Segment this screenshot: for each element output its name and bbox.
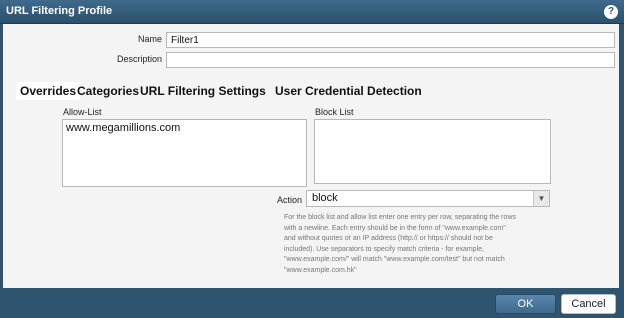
help-text-line: "www.example.com/" will match "www.examp… — [284, 256, 505, 263]
tab-categories[interactable]: Categories — [77, 84, 139, 98]
help-text: For the block list and allow list enter … — [284, 213, 584, 276]
help-text-line: For the block list and allow list enter … — [284, 214, 516, 221]
url-filtering-profile-dialog: URL Filtering Profile ? Name Description… — [0, 0, 624, 318]
tab-user-credential-detection[interactable]: User Credential Detection — [275, 84, 422, 98]
dialog-title: URL Filtering Profile — [6, 5, 113, 17]
chevron-down-icon[interactable]: ▼ — [533, 191, 549, 206]
help-text-line: included). Use separators to specify mat… — [284, 245, 484, 253]
description-label: Description — [116, 54, 162, 64]
allow-list-entry: www.megamillions.com — [66, 122, 181, 134]
allow-list-textarea[interactable]: www.megamillions.com — [62, 119, 307, 187]
action-selected-value: block — [312, 192, 338, 204]
dialog-footer: OK Cancel — [0, 288, 624, 318]
tab-url-filtering-settings[interactable]: URL Filtering Settings — [140, 84, 266, 98]
action-select[interactable]: block ▼ — [306, 190, 550, 207]
help-text-line: "www.example.com.hk" — [284, 266, 357, 274]
block-list-textarea[interactable] — [314, 119, 551, 184]
tab-overrides[interactable]: Overrides — [16, 82, 81, 100]
block-list-label: Block List — [315, 107, 354, 117]
help-text-line: and without quotes or an IP address (htt… — [284, 235, 493, 242]
allow-list-label: Allow-List — [63, 107, 102, 117]
dialog-titlebar: URL Filtering Profile ? — [0, 0, 624, 24]
name-label: Name — [137, 34, 162, 44]
description-input[interactable] — [166, 52, 615, 68]
cancel-button[interactable]: Cancel — [561, 294, 616, 314]
name-input[interactable] — [166, 32, 615, 48]
ok-button[interactable]: OK — [495, 294, 556, 314]
help-text-line: with a newline. Each entry should be in … — [284, 224, 506, 232]
help-icon[interactable]: ? — [604, 5, 618, 19]
action-label: Action — [276, 195, 302, 205]
dialog-content: Name Description Overrides Categories UR… — [3, 24, 619, 288]
